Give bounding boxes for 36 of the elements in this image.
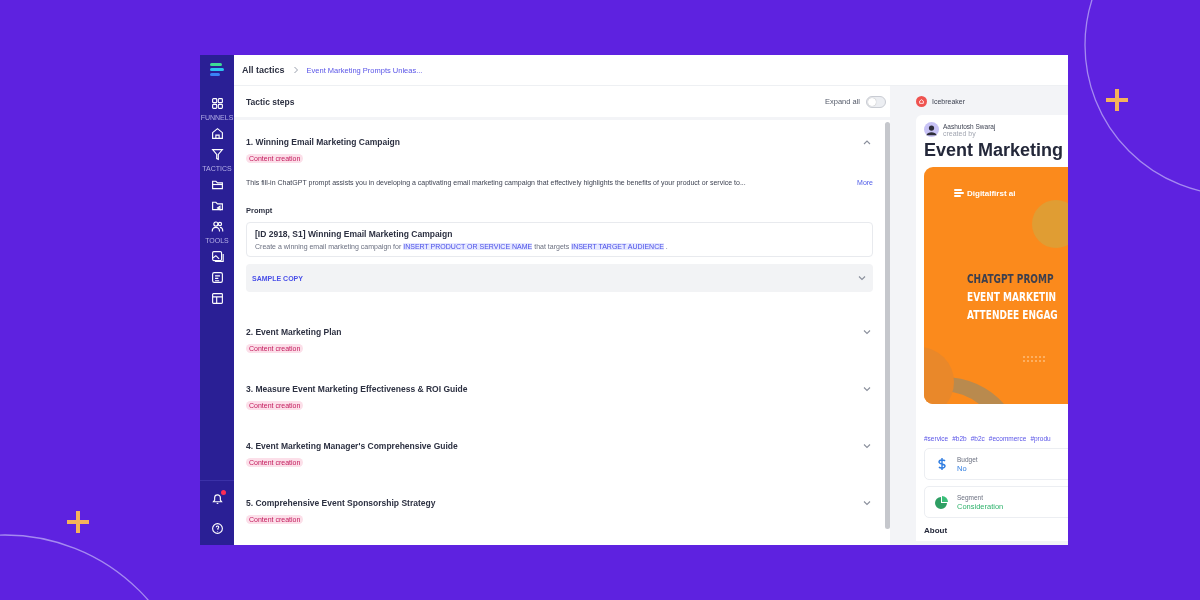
step-title[interactable]: 5. Comprehensive Event Sponsorship Strategy [246, 498, 436, 508]
layout-icon[interactable] [210, 292, 224, 305]
pie-chart-icon [935, 495, 949, 509]
cover-headline: ATTENDEE ENGAG [967, 306, 1058, 324]
cover-headline: CHATGPT PROMP [967, 270, 1055, 288]
form-icon[interactable] [210, 271, 224, 284]
bell-icon[interactable] [210, 492, 224, 505]
step-title[interactable]: 2. Event Marketing Plan [246, 327, 342, 337]
tactic-title: Event Marketing [924, 140, 1065, 161]
filter-icon[interactable] [210, 148, 224, 161]
plus-icon [1104, 87, 1130, 113]
brand-logo-icon [954, 188, 964, 198]
scrollbar[interactable] [885, 122, 890, 529]
expand-all-toggle[interactable] [866, 95, 886, 108]
section-heading: About [924, 526, 949, 535]
step-title[interactable]: 4. Event Marketing Manager's Comprehensive Guide [246, 441, 458, 451]
avatar [924, 122, 939, 137]
step-title[interactable]: 3. Measure Event Marketing Effectiveness & ROI Guide [246, 384, 468, 394]
cover-headline: EVENT MARKETIN [967, 288, 1058, 306]
dollar-icon [935, 457, 949, 471]
users-icon[interactable] [210, 220, 224, 233]
breadcrumb-link[interactable]: All tactics [242, 65, 285, 75]
step-title[interactable]: 1. Winning Email Marketing Campaign [246, 137, 400, 147]
folder-icon[interactable] [210, 199, 224, 212]
folder-icon[interactable] [210, 178, 224, 191]
plus-icon [65, 509, 91, 535]
logo-icon [209, 61, 225, 77]
brand-name: Digitalfirst ai [967, 188, 1016, 198]
home-icon[interactable] [210, 127, 224, 140]
prompt-title: [ID 2918, S1] Winning Email Marketing Campaign [255, 229, 454, 239]
grid-icon[interactable] [210, 97, 224, 110]
panel-title: Tactic steps [246, 96, 296, 107]
image-icon[interactable] [210, 250, 224, 263]
category-icon [916, 96, 927, 107]
help-icon[interactable] [210, 522, 224, 535]
chevron-icon [292, 66, 299, 74]
